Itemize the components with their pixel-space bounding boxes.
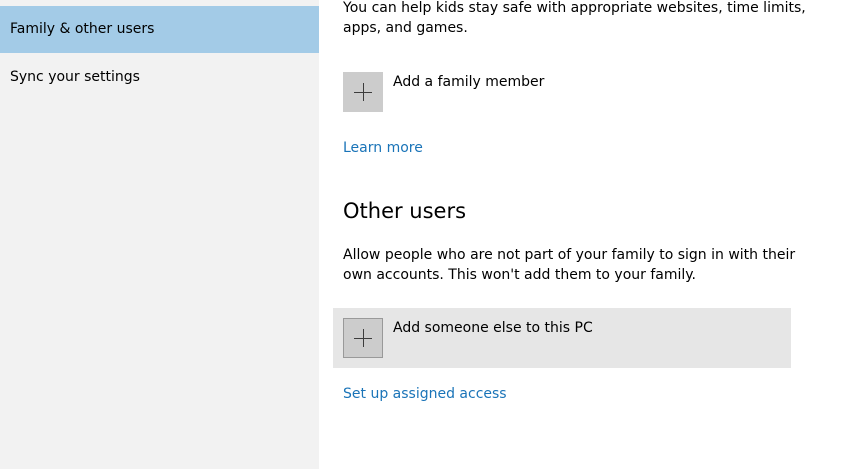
- set-up-assigned-access-link[interactable]: Set up assigned access: [343, 384, 507, 404]
- sidebar-item-sync-settings[interactable]: Sync your settings: [0, 54, 319, 101]
- other-users-description: Allow people who are not part of your fa…: [343, 247, 796, 283]
- family-description: You can help kids stay safe with appropr…: [343, 0, 806, 36]
- sidebar-item-family-other-users[interactable]: Family & other users: [0, 6, 319, 53]
- sidebar: Family & other users Sync your settings: [0, 0, 319, 469]
- settings-window: Family & other users Sync your settings …: [0, 0, 866, 469]
- add-someone-else-tile: [343, 318, 383, 358]
- add-someone-else-button[interactable]: Add someone else to this PC: [333, 308, 791, 368]
- add-family-member-tile: [343, 72, 383, 112]
- add-someone-else-label: Add someone else to this PC: [393, 320, 593, 336]
- plus-icon: [354, 83, 372, 101]
- plus-icon: [354, 329, 372, 347]
- other-users-heading: Other users: [343, 199, 467, 223]
- main-content: You can help kids stay safe with appropr…: [319, 0, 866, 469]
- learn-more-link[interactable]: Learn more: [343, 138, 423, 158]
- add-family-member-button[interactable]: Add a family member: [333, 62, 791, 122]
- add-family-member-label: Add a family member: [393, 74, 545, 90]
